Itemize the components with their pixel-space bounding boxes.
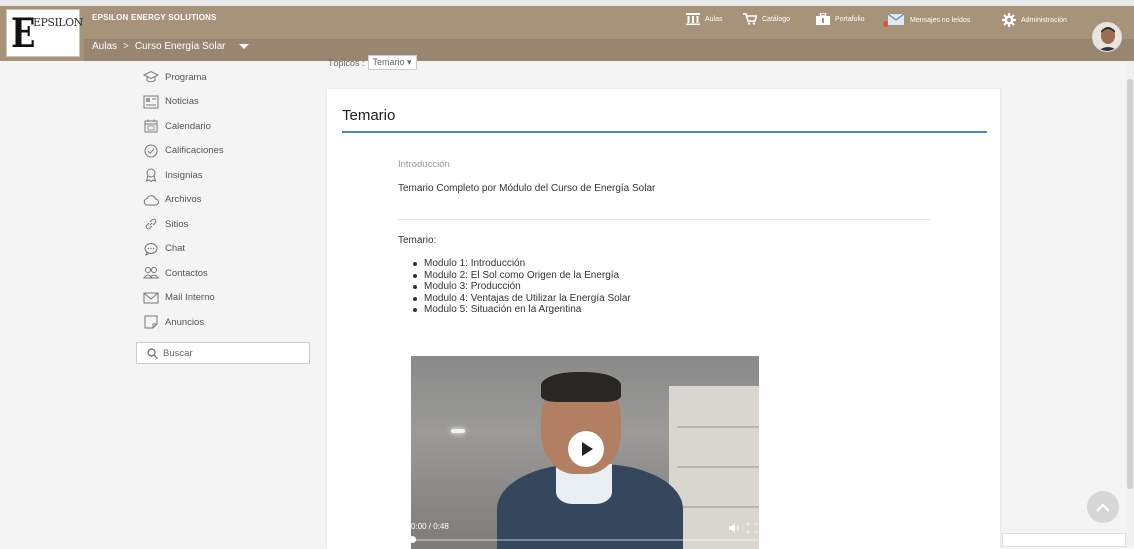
video-player[interactable]: 0:00 / 0:48: [411, 356, 759, 549]
video-lamp: [451, 429, 465, 433]
sidebar-item-label: Archivos: [165, 194, 202, 206]
newspaper-icon: [143, 94, 159, 110]
sidebar-item-label: Calificaciones: [165, 145, 224, 157]
gear-icon: [1002, 13, 1016, 27]
search-placeholder: Buscar: [163, 347, 193, 359]
top-navigation: Aulas Catálogo Portafolio Mensajes no le…: [0, 13, 1134, 33]
video-person-hair: [541, 372, 621, 402]
sidebar-item-insignias[interactable]: Insignias: [143, 163, 313, 188]
scroll-to-top-button[interactable]: [1087, 491, 1119, 523]
module-list: Modulo 1: Introducción Modulo 2: El Sol …: [412, 258, 631, 316]
nav-aulas[interactable]: Aulas: [686, 13, 723, 25]
cloud-icon: [143, 192, 159, 208]
sidebar: Programa Noticias Calendario Calificacio…: [143, 65, 313, 335]
fullscreen-icon[interactable]: [747, 523, 757, 533]
list-item: Modulo 3: Producción: [412, 281, 631, 293]
mail-icon: [143, 290, 159, 306]
list-item: Modulo 1: Introducción: [412, 258, 631, 270]
play-icon: [582, 442, 593, 456]
sidebar-item-label: Mail Interno: [165, 292, 215, 304]
sidebar-item-label: Chat: [165, 243, 186, 255]
sidebar-item-chat[interactable]: Chat: [143, 237, 313, 262]
sidebar-item-label: Programa: [165, 71, 207, 83]
video-progress-bar[interactable]: [411, 536, 759, 543]
chevron-up-icon: [1096, 502, 1110, 512]
sidebar-item-calendario[interactable]: Calendario: [143, 114, 313, 139]
video-time: 0:00 / 0:48: [411, 522, 449, 531]
topics-selector: Tópicos : Temario ▾: [328, 55, 417, 70]
breadcrumb-course[interactable]: Curso Energía Solar: [135, 41, 226, 52]
intro-text: Temario Completo por Módulo del Curso de…: [398, 183, 656, 194]
graduation-cap-icon: [143, 69, 159, 85]
badge-icon: [143, 167, 159, 183]
avatar[interactable]: [1092, 22, 1122, 52]
scrollbar-thumb[interactable]: [1127, 79, 1133, 489]
scrollbar[interactable]: [1126, 61, 1134, 545]
sidebar-item-sitios[interactable]: Sitios: [143, 212, 313, 237]
nav-mensajes[interactable]: Mensajes no leídos: [883, 13, 970, 27]
nav-portafolio-label: Portafolio: [835, 15, 865, 23]
list-item: Modulo 4: Ventajas de Utilizar la Energí…: [412, 293, 631, 305]
sidebar-item-mail-interno[interactable]: Mail Interno: [143, 286, 313, 311]
sidebar-item-label: Insignias: [165, 169, 203, 181]
sidebar-item-label: Noticias: [165, 96, 199, 108]
breadcrumb-separator: >: [123, 41, 129, 52]
calendar-icon: [143, 118, 159, 134]
briefcase-icon: [816, 13, 830, 25]
sidebar-item-label: Anuncios: [165, 316, 205, 328]
sidebar-item-contactos[interactable]: Contactos: [143, 261, 313, 286]
chevron-down-icon: ▾: [407, 57, 412, 67]
content-card: Temario Introducción Temario Completo po…: [327, 89, 1000, 549]
sidebar-item-label: Calendario: [165, 120, 211, 132]
topics-selected: Temario: [372, 57, 405, 67]
nav-administracion[interactable]: Administración: [1002, 13, 1067, 27]
nav-catalogo[interactable]: Catálogo: [743, 13, 790, 25]
sidebar-item-calificaciones[interactable]: Calificaciones: [143, 139, 313, 164]
list-item: Modulo 5: Situación en la Argentina: [412, 304, 631, 316]
sidebar-item-label: Sitios: [165, 218, 189, 230]
intro-label: Introducción: [398, 159, 450, 170]
title-underline: [342, 131, 987, 133]
search-input[interactable]: Buscar: [136, 342, 310, 364]
check-circle-icon: [143, 143, 159, 159]
page-title: Temario: [342, 107, 396, 124]
divider: [398, 219, 930, 220]
topics-label: Tópicos :: [328, 57, 365, 68]
nav-catalogo-label: Catálogo: [762, 15, 791, 23]
sidebar-item-anuncios[interactable]: Anuncios: [143, 310, 313, 335]
chevron-down-icon[interactable]: [239, 44, 250, 49]
temario-label: Temario:: [398, 235, 437, 246]
link-icon: [143, 216, 159, 232]
topics-dropdown[interactable]: Temario ▾: [367, 55, 417, 70]
columns-icon: [686, 13, 700, 25]
nav-aulas-label: Aulas: [705, 15, 723, 23]
play-button[interactable]: [568, 431, 604, 467]
chat-bubble-icon: [143, 241, 159, 257]
list-item: Modulo 2: El Sol como Origen de la Energ…: [412, 270, 631, 282]
nav-portafolio[interactable]: Portafolio: [816, 13, 865, 25]
sidebar-item-archivos[interactable]: Archivos: [143, 188, 313, 213]
breadcrumb: Aulas > Curso Energía Solar: [92, 41, 250, 52]
volume-icon[interactable]: [729, 523, 741, 533]
contacts-icon: [143, 265, 159, 281]
nav-administracion-label: Administración: [1021, 16, 1067, 24]
announcement-icon: [143, 314, 159, 330]
breadcrumb-aulas[interactable]: Aulas: [92, 41, 117, 52]
sidebar-item-programa[interactable]: Programa: [143, 65, 313, 90]
nav-mensajes-label: Mensajes no leídos: [910, 16, 971, 24]
search-icon: [147, 347, 158, 359]
sidebar-item-noticias[interactable]: Noticias: [143, 90, 313, 115]
sidebar-item-label: Contactos: [165, 267, 208, 279]
envelope-icon: [883, 13, 905, 27]
cart-icon: [743, 13, 757, 25]
